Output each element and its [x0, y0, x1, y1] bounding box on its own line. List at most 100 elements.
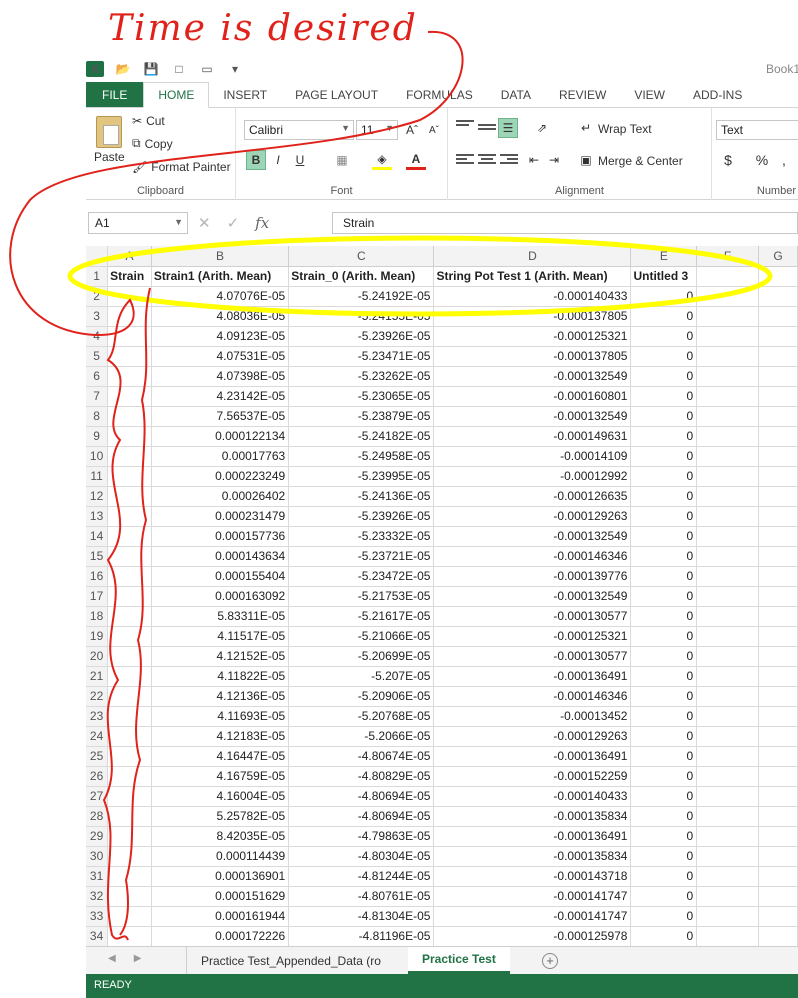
tab-data[interactable]: DATA [487, 82, 545, 107]
cell[interactable]: 0 [630, 646, 698, 667]
cell[interactable] [758, 906, 798, 927]
cell[interactable] [758, 306, 798, 327]
merge-center-button[interactable]: Merge & Center [598, 154, 683, 168]
cell[interactable]: -5.21066E-05 [288, 626, 435, 647]
cell[interactable] [758, 426, 798, 447]
cell[interactable] [696, 926, 759, 946]
cell[interactable]: 4.07531E-05 [151, 346, 290, 367]
open-icon[interactable]: 📂 [114, 61, 132, 77]
cell[interactable]: -0.000132549 [433, 366, 632, 387]
cell[interactable]: -4.80304E-05 [288, 846, 435, 867]
cell[interactable] [758, 506, 798, 527]
cell[interactable]: 7.56537E-05 [151, 406, 290, 427]
cell[interactable]: -0.00013452 [433, 706, 632, 727]
cut-button[interactable]: ✂ Cut [132, 114, 165, 128]
cancel-icon[interactable]: ✕ [198, 214, 211, 232]
tab-insert[interactable]: INSERT [209, 82, 281, 107]
cell[interactable]: -0.000149631 [433, 426, 632, 447]
cell[interactable]: -0.00014109 [433, 446, 632, 467]
cell[interactable]: -0.000130577 [433, 606, 632, 627]
column-header[interactable]: G [758, 246, 798, 267]
cell[interactable] [696, 546, 759, 567]
cell[interactable]: -0.000152259 [433, 766, 632, 787]
cell[interactable] [696, 406, 759, 427]
tab-review[interactable]: REVIEW [545, 82, 620, 107]
row-header[interactable]: 30 [86, 846, 109, 867]
cell[interactable]: -5.23471E-05 [288, 346, 435, 367]
cell[interactable] [696, 386, 759, 407]
cell[interactable]: 0 [630, 506, 698, 527]
tab-add-ins[interactable]: ADD-INS [679, 82, 756, 107]
cell[interactable] [758, 446, 798, 467]
cell[interactable] [107, 706, 152, 727]
cell[interactable] [107, 346, 152, 367]
cell[interactable]: 0.000122134 [151, 426, 290, 447]
cell[interactable] [107, 486, 152, 507]
row-header[interactable]: 6 [86, 366, 109, 387]
cell[interactable]: -0.000137805 [433, 346, 632, 367]
cell[interactable]: -4.80694E-05 [288, 806, 435, 827]
cell[interactable] [107, 466, 152, 487]
cell[interactable]: -0.000141747 [433, 906, 632, 927]
row-header[interactable]: 8 [86, 406, 109, 427]
cell[interactable]: -5.21753E-05 [288, 586, 435, 607]
cell[interactable] [696, 646, 759, 667]
cell[interactable]: 0 [630, 326, 698, 347]
cell[interactable]: -0.000135834 [433, 846, 632, 867]
cell[interactable]: 0 [630, 926, 698, 946]
cell[interactable]: 0.000223249 [151, 466, 290, 487]
column-header[interactable]: C [288, 246, 435, 267]
cell[interactable] [758, 766, 798, 787]
cell[interactable]: -5.23926E-05 [288, 326, 435, 347]
tab-page-layout[interactable]: PAGE LAYOUT [281, 82, 392, 107]
cell[interactable]: 5.25782E-05 [151, 806, 290, 827]
cell[interactable]: -0.000136491 [433, 666, 632, 687]
cell[interactable]: -0.000146346 [433, 686, 632, 707]
row-header[interactable]: 31 [86, 866, 109, 887]
cell[interactable]: 0.000151629 [151, 886, 290, 907]
cell[interactable] [758, 546, 798, 567]
cell[interactable]: -0.000129263 [433, 506, 632, 527]
cell[interactable]: -0.000132549 [433, 406, 632, 427]
cell[interactable] [107, 566, 152, 587]
cell[interactable]: 0.00026402 [151, 486, 290, 507]
cell[interactable]: -5.23065E-05 [288, 386, 435, 407]
row-header[interactable]: 14 [86, 526, 109, 547]
cell[interactable] [696, 706, 759, 727]
row-header[interactable]: 28 [86, 806, 109, 827]
cell[interactable]: -5.2066E-05 [288, 726, 435, 747]
cell[interactable]: -0.000143718 [433, 866, 632, 887]
cell[interactable]: 4.11822E-05 [151, 666, 290, 687]
cell[interactable]: -5.24958E-05 [288, 446, 435, 467]
cell[interactable]: -0.000135834 [433, 806, 632, 827]
cell[interactable] [696, 866, 759, 887]
cell[interactable]: 4.16004E-05 [151, 786, 290, 807]
cell[interactable]: 0 [630, 526, 698, 547]
cell[interactable]: 4.07398E-05 [151, 366, 290, 387]
scroll-left-icon[interactable]: ◀ [108, 953, 116, 964]
tab-formulas[interactable]: FORMULAS [392, 82, 487, 107]
cell[interactable] [696, 666, 759, 687]
cell[interactable] [107, 766, 152, 787]
cell[interactable]: -4.81304E-05 [288, 906, 435, 927]
cell[interactable]: 0 [630, 846, 698, 867]
new-document-icon[interactable]: □ [170, 61, 188, 77]
cell[interactable]: -4.79863E-05 [288, 826, 435, 847]
cell[interactable]: 4.11517E-05 [151, 626, 290, 647]
cell[interactable]: 4.09123E-05 [151, 326, 290, 347]
paste-icon[interactable] [96, 116, 122, 148]
cell[interactable] [696, 846, 759, 867]
cell[interactable] [107, 826, 152, 847]
formula-input[interactable]: Strain [332, 212, 798, 234]
cell[interactable] [107, 546, 152, 567]
cell[interactable] [696, 826, 759, 847]
name-box[interactable]: A1 ▼ [88, 212, 188, 234]
cell[interactable]: 0.000231479 [151, 506, 290, 527]
row-header[interactable]: 12 [86, 486, 109, 507]
cell[interactable] [107, 846, 152, 867]
cell[interactable]: -4.80829E-05 [288, 766, 435, 787]
cell[interactable]: 0 [630, 666, 698, 687]
cell[interactable] [107, 386, 152, 407]
cell[interactable] [758, 806, 798, 827]
cell[interactable] [696, 326, 759, 347]
